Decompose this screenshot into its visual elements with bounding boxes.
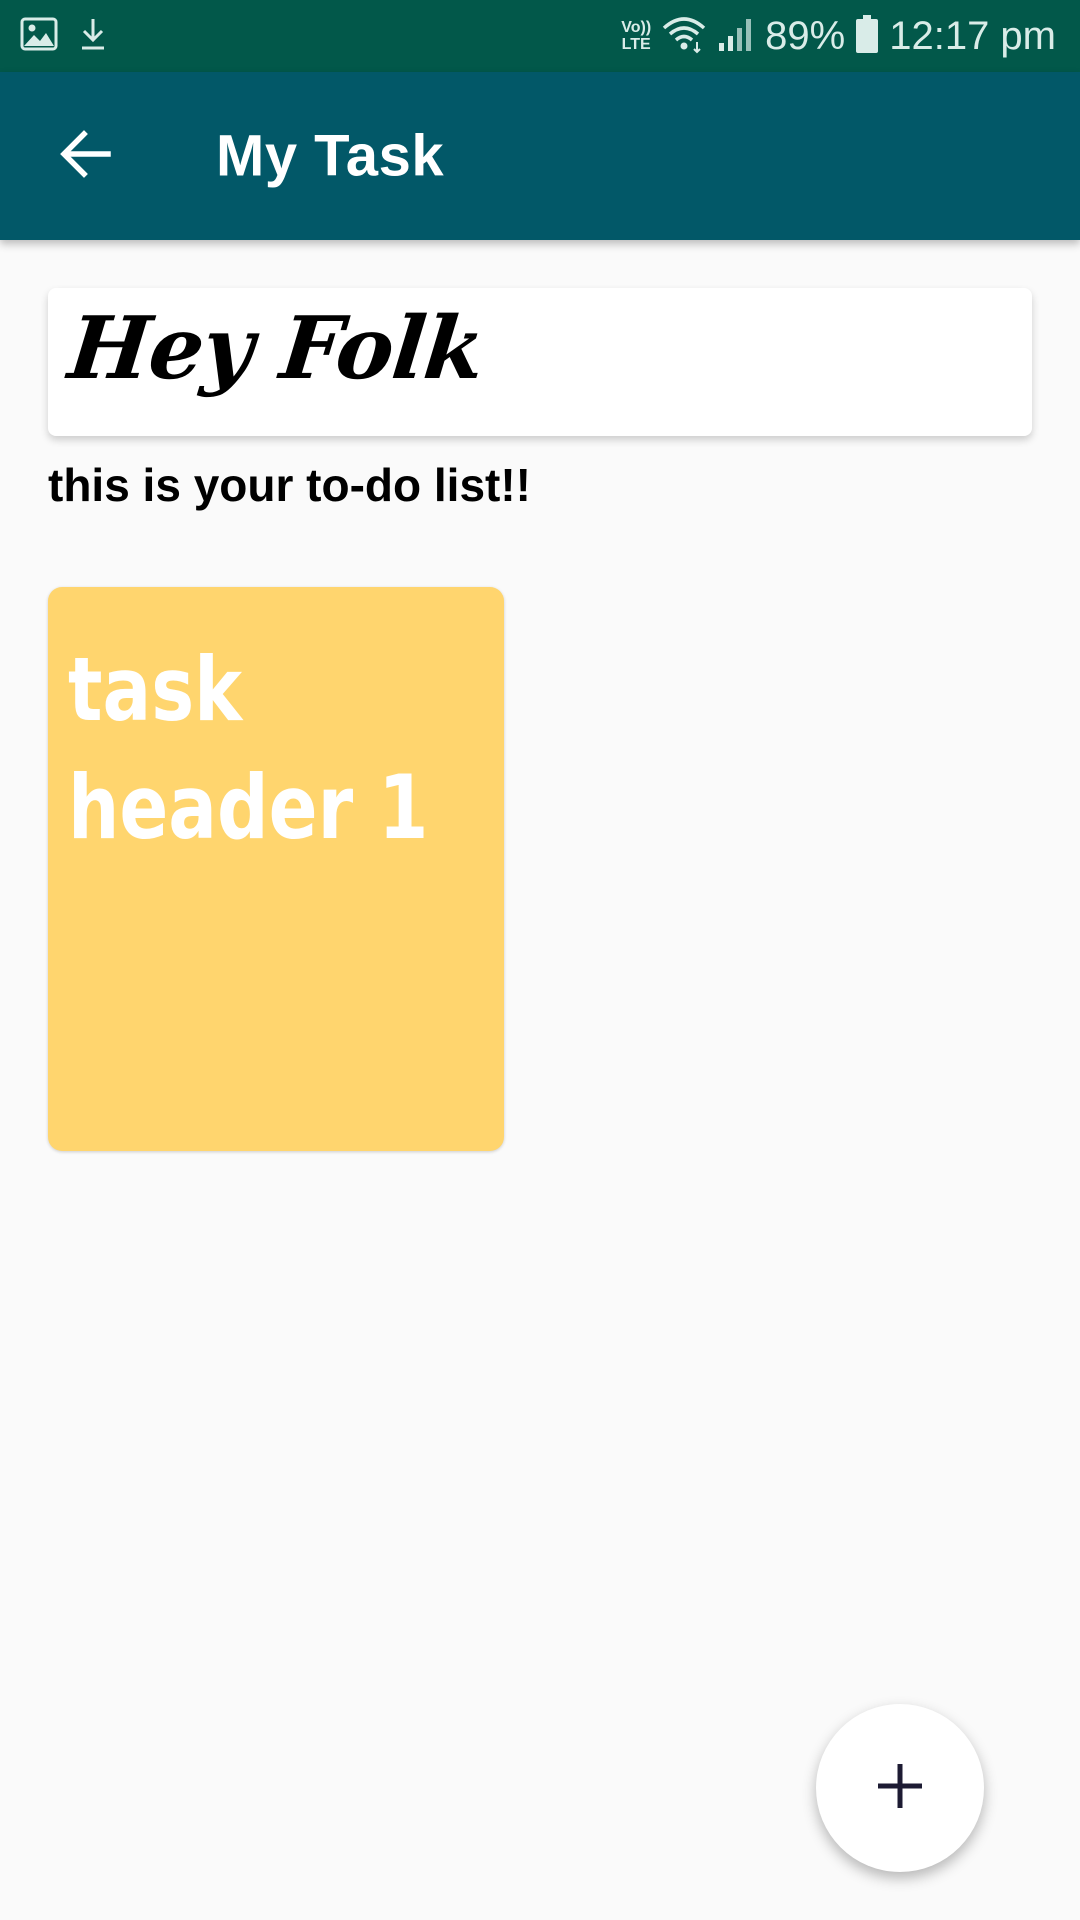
task-title: task header 1: [68, 638, 429, 859]
arrow-back-icon: [60, 129, 112, 183]
page-title: My Task: [216, 123, 445, 189]
battery-percent: 89%: [765, 13, 846, 58]
greeting-text: Hey Folk: [64, 298, 489, 399]
app-bar: My Task: [0, 72, 1080, 240]
greeting-card: Hey Folk: [48, 288, 1032, 436]
clock: 12:17 pm: [889, 13, 1056, 58]
signal-icon: [717, 15, 755, 58]
volte-bottom-label: LTE: [621, 36, 651, 53]
download-icon: [78, 16, 108, 57]
plus-icon: [875, 1761, 925, 1816]
status-bar: Vo)) LTE 89% 12:17 pm: [0, 0, 1080, 72]
task-card[interactable]: task header 1: [48, 587, 504, 1151]
subtitle: this is your to-do list!!: [48, 459, 531, 511]
volte-top-label: Vo)): [621, 19, 652, 36]
screen: Vo)) LTE 89% 12:17 pm My Task Hey Folk t…: [0, 0, 1080, 1920]
wifi-icon: [661, 14, 707, 59]
status-right: Vo)) LTE 89% 12:17 pm: [611, 14, 1056, 59]
volte-icon: Vo)) LTE: [621, 19, 651, 53]
battery-icon: [855, 14, 879, 59]
back-button[interactable]: [58, 128, 114, 184]
image-icon: [20, 17, 58, 56]
status-left: [20, 16, 128, 57]
add-task-button[interactable]: [816, 1704, 984, 1872]
